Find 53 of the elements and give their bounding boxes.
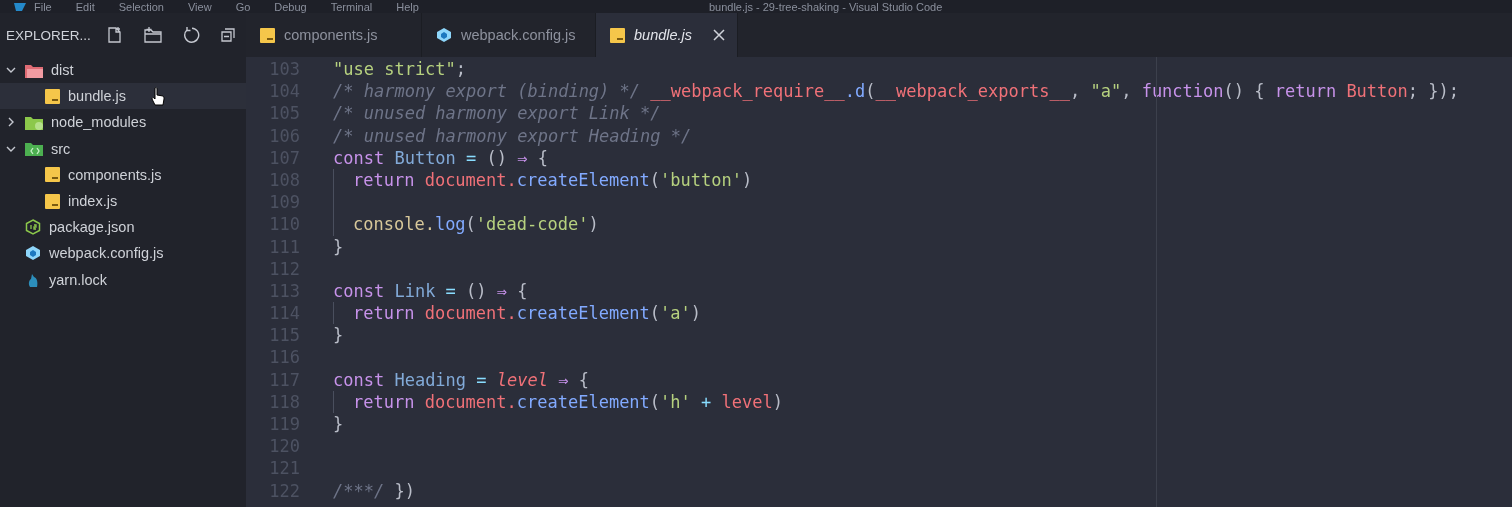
code-line: const Button = () ⇒ { (333, 146, 548, 169)
hand-pointer-icon (151, 87, 165, 108)
menu-item[interactable]: File (34, 0, 52, 13)
node-hexagon-icon (25, 219, 41, 236)
js-file-icon (260, 27, 275, 43)
new-file-icon[interactable] (105, 26, 124, 44)
code-line: return document.createElement('a') (353, 302, 702, 325)
tree-item[interactable]: bundle.js (0, 83, 246, 110)
code-line: } (333, 324, 344, 347)
refresh-icon[interactable] (181, 26, 200, 44)
collapse-all-icon[interactable] (218, 26, 237, 44)
code-line: } (333, 235, 344, 258)
js-file-icon (45, 88, 60, 104)
window-title: bundle.js - 29-tree-shaking - Visual Studio Code (708, 0, 943, 13)
tree-item[interactable]: webpack.config.js (0, 240, 246, 267)
code-folder-icon (25, 141, 43, 157)
tree-item[interactable]: package.json (0, 214, 246, 241)
js-file-icon (45, 193, 60, 209)
code-line: } (333, 413, 344, 436)
explorer-title: EXPLORER... (6, 27, 91, 43)
menu-item[interactable]: View (187, 0, 212, 13)
code-line: return document.createElement('button') (353, 168, 753, 192)
tree-item[interactable]: src (0, 135, 246, 162)
code-line: "use strict"; (333, 58, 467, 81)
tree-item[interactable]: components.js (0, 161, 246, 188)
new-folder-icon[interactable] (142, 26, 163, 44)
js-file-icon (610, 27, 625, 43)
code-line: console.log('dead-code') (353, 213, 599, 236)
tree-item[interactable]: yarn.lock (0, 266, 246, 293)
tree-item[interactable]: node_modules (0, 109, 246, 136)
close-icon[interactable] (713, 29, 726, 41)
code-line: const Heading = level ⇒ { (333, 368, 589, 391)
code-line: /* harmony export (binding) */ __webpack_require__.d(__webpack_exports__, "a", function() { return Button; }); (333, 80, 1459, 103)
menu-item[interactable]: Go (235, 0, 251, 13)
tree-item[interactable]: index.js (0, 187, 246, 215)
code-line: /***/ }) (333, 479, 415, 502)
folder-icon (25, 114, 43, 130)
menu-item[interactable]: Terminal (330, 0, 373, 13)
menu-item[interactable]: Help (396, 0, 419, 13)
menu-item[interactable]: Selection (118, 0, 164, 13)
code-line: const Link = () ⇒ { (333, 279, 528, 303)
tree-item[interactable]: dist (0, 57, 246, 84)
menu-item[interactable]: Debug (274, 0, 307, 13)
folder-icon (25, 62, 43, 78)
js-file-icon (45, 167, 60, 183)
cube-icon (25, 245, 41, 262)
code-line: /* unused harmony export Heading */ (333, 124, 692, 147)
code-line: /* unused harmony export Link */ (333, 102, 661, 125)
menu-item[interactable]: Edit (75, 0, 95, 13)
app-logo-icon (14, 2, 26, 11)
editor-tab[interactable]: bundle.js (596, 13, 739, 57)
code-line: return document.createElement('h' + level) (353, 390, 783, 413)
cube-icon (436, 27, 452, 43)
